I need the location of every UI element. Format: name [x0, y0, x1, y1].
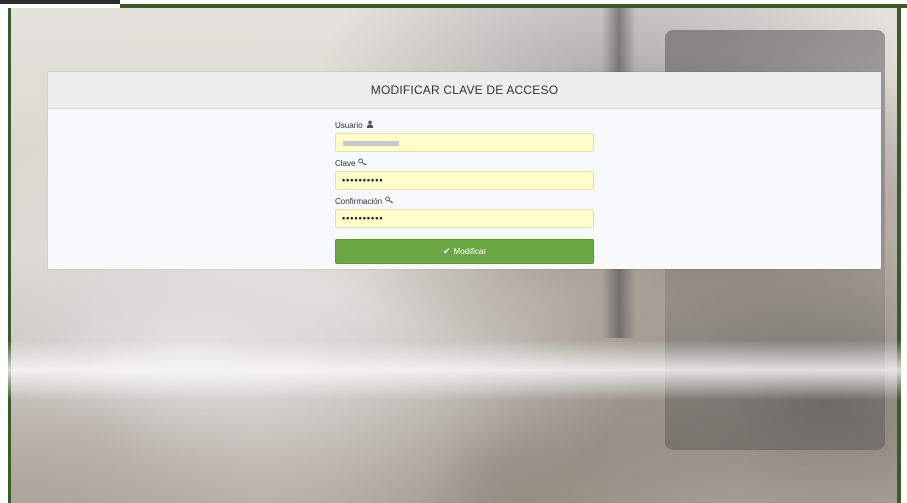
usuario-label: Usuario — [335, 119, 595, 131]
modificar-button-label: Modificar — [453, 247, 486, 256]
clave-input[interactable]: •••••••••• — [335, 171, 594, 190]
confirmacion-input[interactable]: •••••••••• — [335, 209, 594, 228]
usuario-redacted-value — [343, 141, 399, 146]
usuario-input[interactable] — [335, 133, 594, 152]
background-desk — [8, 340, 901, 400]
confirmacion-label: Confirmación — [335, 195, 595, 207]
usuario-label-text: Usuario — [335, 120, 363, 130]
clave-label-text: Clave — [335, 158, 356, 168]
modificar-button[interactable]: ✔ Modificar — [335, 239, 594, 264]
key-icon — [358, 158, 367, 168]
user-icon — [366, 120, 374, 130]
clave-label: Clave — [335, 157, 595, 169]
panel-title: MODIFICAR CLAVE DE ACCESO — [48, 72, 881, 109]
confirmacion-label-text: Confirmación — [335, 196, 383, 206]
key-icon — [385, 196, 394, 206]
change-password-panel: MODIFICAR CLAVE DE ACCESO Usuario Clave — [48, 72, 881, 269]
top-bar — [0, 0, 907, 8]
page: MODIFICAR CLAVE DE ACCESO Usuario Clave — [0, 0, 907, 503]
top-bar-dark-strip — [0, 0, 120, 4]
change-password-form: Usuario Clave •••••••••• Confirmación ••… — [335, 119, 595, 264]
check-icon: ✔ — [443, 246, 451, 256]
